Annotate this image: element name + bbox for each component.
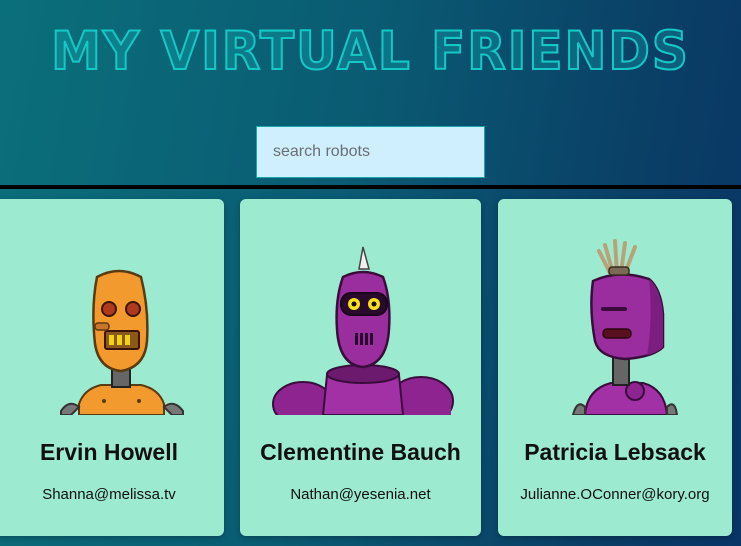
purple-antenna-robot-avatar: [571, 239, 679, 415]
purple-horned-robot-avatar: [271, 246, 454, 415]
page-title: My Virtual Friends: [50, 20, 690, 83]
robot-email: Julianne.OConner@kory.org: [520, 486, 710, 503]
search-input[interactable]: [256, 126, 485, 178]
divider: [0, 185, 741, 189]
robot-card[interactable]: Patricia Lebsack Julianne.OConner@kory.o…: [498, 199, 732, 536]
robot-name: Patricia Lebsack: [524, 439, 706, 465]
robot-name: Clementine Bauch: [260, 439, 461, 465]
orange-robot-avatar: [60, 269, 184, 415]
robot-card[interactable]: Ervin Howell Shanna@melissa.tv: [0, 199, 224, 536]
robot-email: Shanna@melissa.tv: [42, 486, 176, 503]
robot-name: Ervin Howell: [39, 439, 179, 465]
robot-card[interactable]: Clementine Bauch Nathan@yesenia.net: [240, 199, 481, 536]
header: My Virtual Friends My Virtual Friends: [0, 0, 741, 186]
robot-email: Nathan@yesenia.net: [290, 486, 431, 503]
